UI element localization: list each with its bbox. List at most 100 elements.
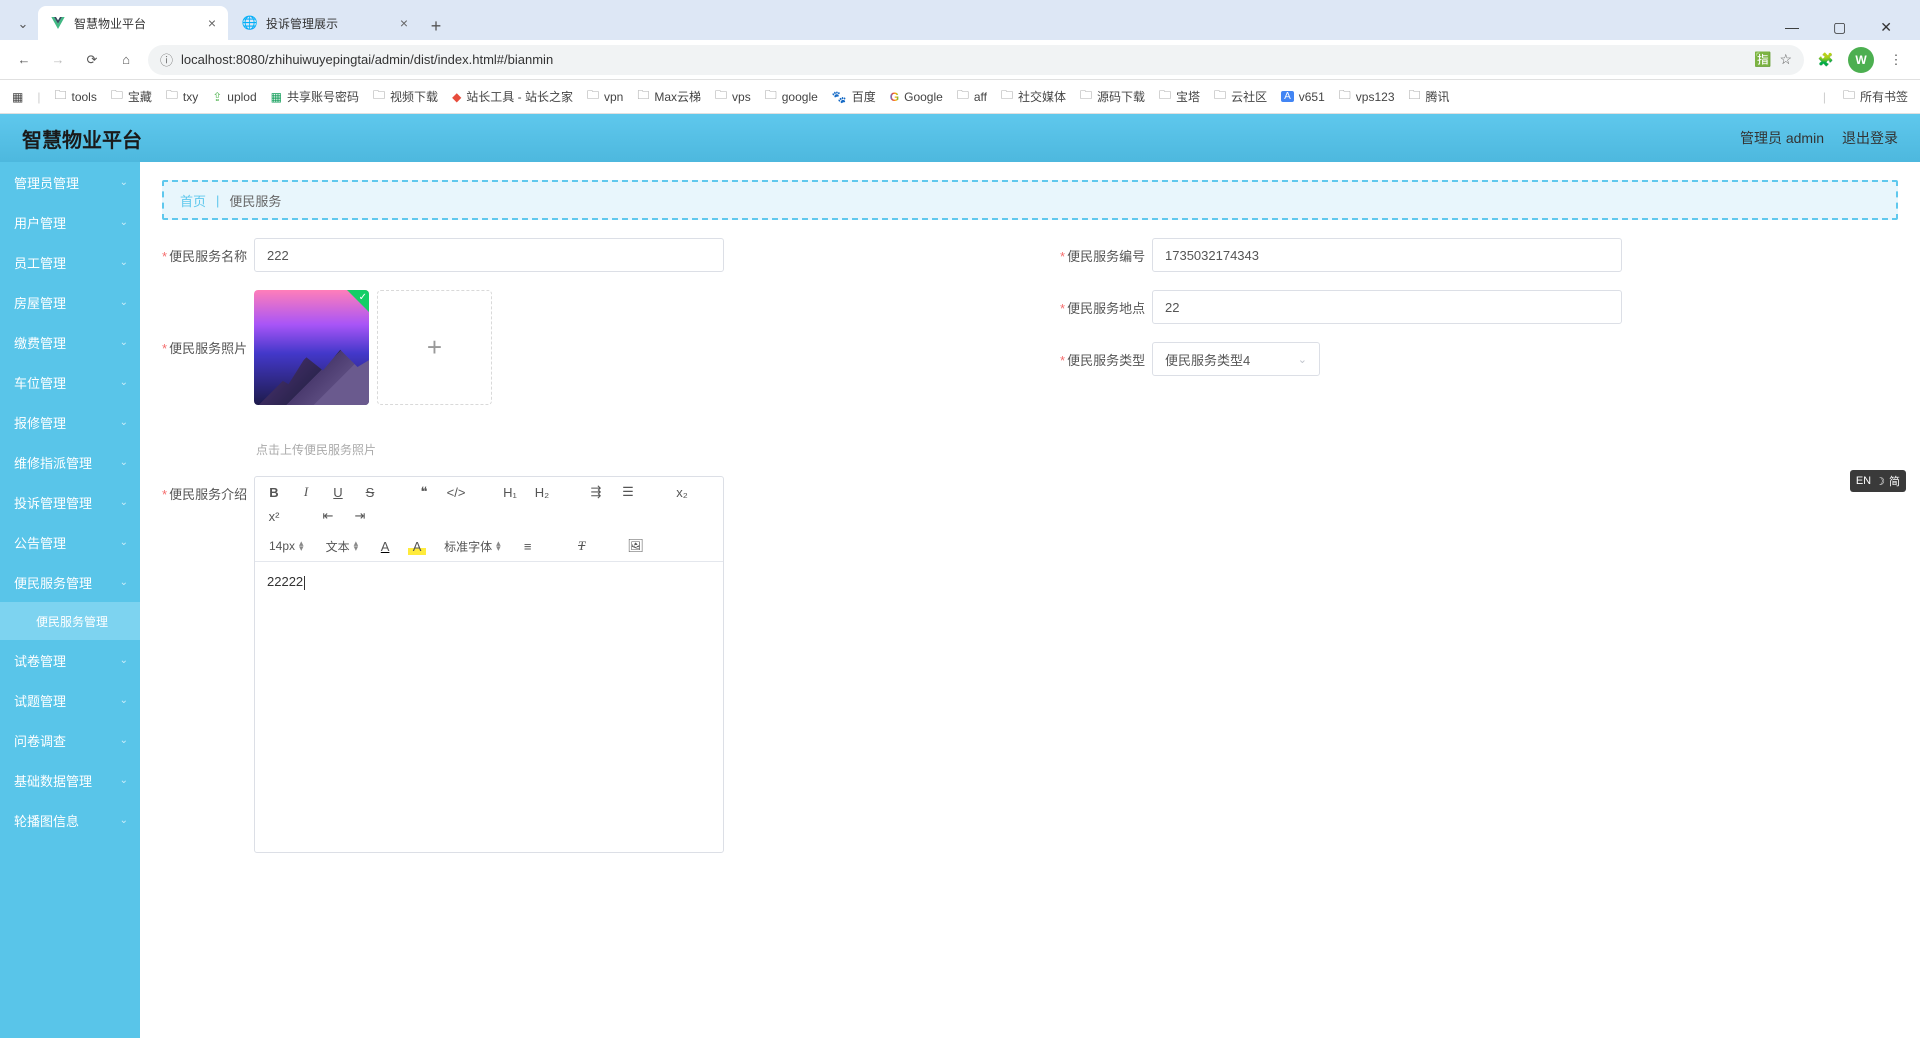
close-window-button[interactable]: ✕	[1872, 15, 1900, 40]
sidebar-item-carousel[interactable]: 轮播图信息⌄	[0, 800, 140, 840]
sidebar-item-house[interactable]: 房屋管理⌄	[0, 282, 140, 322]
underline-button[interactable]: U	[329, 483, 347, 501]
bookmark-item[interactable]: 🗀源码下载	[1080, 86, 1145, 107]
indent-button[interactable]: ⇥	[351, 507, 369, 525]
maximize-button[interactable]: ▢	[1825, 15, 1854, 40]
sidebar-item-complaint[interactable]: 投诉管理管理⌄	[0, 482, 140, 522]
clear-format-button[interactable]: T	[573, 537, 591, 555]
subscript-button[interactable]: x₂	[673, 483, 691, 501]
bookmark-item[interactable]: 🗀宝藏	[111, 86, 152, 107]
location-input[interactable]	[1152, 290, 1622, 324]
browser-tab-active[interactable]: 智慧物业平台 ×	[38, 6, 228, 40]
sidebar-item-admin[interactable]: 管理员管理⌄	[0, 162, 140, 202]
bookmark-item[interactable]: 🗀视频下载	[373, 86, 438, 107]
extensions-icon[interactable]: 🧩	[1814, 48, 1838, 72]
forward-button[interactable]: →	[46, 48, 70, 72]
menu-icon[interactable]: ⋮	[1884, 48, 1908, 72]
image-button[interactable]: 🖼	[627, 537, 645, 555]
bookmark-item[interactable]: 🗀Max云梯	[637, 86, 701, 107]
logout-link[interactable]: 退出登录	[1842, 128, 1898, 148]
sidebar-item-basedata[interactable]: 基础数据管理⌄	[0, 760, 140, 800]
reload-button[interactable]: ⟳	[80, 48, 104, 72]
bookmark-item[interactable]: ◆站长工具 - 站长之家	[452, 88, 573, 105]
bookmark-item[interactable]: 🗀云社区	[1214, 86, 1267, 107]
bookmark-item[interactable]: ⇪uplod	[212, 90, 256, 104]
breadcrumb-home[interactable]: 首页	[180, 191, 206, 210]
bookmark-item[interactable]: Av651	[1281, 90, 1325, 104]
back-button[interactable]: ←	[12, 48, 36, 72]
text-style-select[interactable]: 文本▴▾	[322, 538, 363, 555]
site-info-icon[interactable]: ⓘ	[160, 50, 173, 69]
sidebar-item-dispatch[interactable]: 维修指派管理⌄	[0, 442, 140, 482]
bookmark-item[interactable]: 🗀vpn	[587, 86, 623, 107]
type-select[interactable]: 便民服务类型4 ⌄	[1152, 342, 1320, 376]
bookmark-item[interactable]: 🗀google	[765, 86, 818, 107]
font-family-select[interactable]: 标准字体▴▾	[440, 538, 505, 555]
upload-add-button[interactable]: +	[377, 290, 492, 405]
ordered-list-button[interactable]: ⇶	[587, 483, 605, 501]
sidebar-item-convenience[interactable]: 便民服务管理⌄	[0, 562, 140, 602]
bookmark-item[interactable]: 🗀aff	[957, 86, 987, 107]
bookmark-item[interactable]: 🗀tools	[54, 86, 96, 107]
bookmark-item[interactable]: 🗀vps123	[1339, 86, 1395, 107]
home-button[interactable]: ⌂	[114, 48, 138, 72]
close-icon[interactable]: ×	[208, 15, 216, 31]
minimize-button[interactable]: —	[1777, 15, 1807, 40]
bookmark-item[interactable]: 🗀vps	[715, 86, 751, 107]
folder-icon: 🗀	[166, 86, 178, 107]
folder-icon: 🗀	[1159, 86, 1171, 107]
code-button[interactable]: </>	[447, 483, 465, 501]
h1-button[interactable]: H₁	[501, 483, 519, 501]
bold-button[interactable]: B	[265, 483, 283, 501]
sidebar-item-question[interactable]: 试题管理⌄	[0, 680, 140, 720]
bookmark-star-icon[interactable]: ☆	[1779, 51, 1792, 68]
bg-color-button[interactable]: A	[408, 537, 426, 555]
italic-button[interactable]: I	[297, 483, 315, 501]
outdent-button[interactable]: ⇤	[319, 507, 337, 525]
sidebar-sub-convenience[interactable]: 便民服务管理	[0, 602, 140, 640]
bookmark-item[interactable]: 🗀社交媒体	[1001, 86, 1066, 107]
code-input[interactable]	[1152, 238, 1622, 272]
close-icon[interactable]: ×	[400, 15, 408, 31]
bookmark-item[interactable]: ▦共享账号密码	[271, 88, 359, 105]
sidebar-item-survey[interactable]: 问卷调查⌄	[0, 720, 140, 760]
translate-icon[interactable]: 🈯	[1754, 51, 1771, 68]
bookmark-item[interactable]: 🐾百度	[832, 88, 876, 105]
font-size-select[interactable]: 14px▴▾	[265, 539, 308, 553]
chevron-down-icon: ⌄	[120, 257, 128, 268]
name-input[interactable]	[254, 238, 724, 272]
uploaded-image-thumb[interactable]	[254, 290, 369, 405]
sidebar-item-fee[interactable]: 缴费管理⌄	[0, 322, 140, 362]
profile-avatar[interactable]: W	[1848, 47, 1874, 73]
sidebar-item-parking[interactable]: 车位管理⌄	[0, 362, 140, 402]
bookmark-all[interactable]: |🗀所有书签	[1823, 86, 1908, 107]
vue-icon	[50, 15, 66, 31]
superscript-button[interactable]: x²	[265, 507, 283, 525]
apps-icon[interactable]: ▦	[12, 90, 23, 104]
new-tab-button[interactable]: +	[422, 12, 450, 40]
bookmark-item[interactable]: 🗀txy	[166, 86, 198, 107]
ime-indicator[interactable]: EN ☽ 简	[1850, 470, 1906, 492]
text-color-button[interactable]: A	[376, 537, 394, 555]
sidebar-item-paper[interactable]: 试卷管理⌄	[0, 640, 140, 680]
bookmark-item[interactable]: 🗀腾讯	[1409, 86, 1450, 107]
editor-toolbar: B I U S ❝ </> H₁ H₂ ⇶	[255, 477, 723, 562]
h2-button[interactable]: H₂	[533, 483, 551, 501]
strike-button[interactable]: S	[361, 483, 379, 501]
bookmark-item[interactable]: GGoogle	[890, 90, 943, 104]
tab-search-dropdown[interactable]: ⌄	[8, 8, 38, 40]
bookmark-item[interactable]: 🗀宝塔	[1159, 86, 1200, 107]
quote-button[interactable]: ❝	[415, 483, 433, 501]
chevron-down-icon: ⌄	[120, 377, 128, 388]
browser-tab-inactive[interactable]: 🌐 投诉管理展示 ×	[230, 6, 420, 40]
sidebar-item-repair[interactable]: 报修管理⌄	[0, 402, 140, 442]
url-box[interactable]: ⓘ localhost:8080/zhihuiwuyepingtai/admin…	[148, 45, 1804, 75]
sidebar-item-user[interactable]: 用户管理⌄	[0, 202, 140, 242]
sidebar-item-staff[interactable]: 员工管理⌄	[0, 242, 140, 282]
user-label[interactable]: 管理员 admin	[1740, 128, 1824, 148]
sidebar-item-notice[interactable]: 公告管理⌄	[0, 522, 140, 562]
align-button[interactable]: ≡	[519, 537, 537, 555]
editor-content[interactable]: 22222	[255, 562, 723, 852]
chevron-down-icon: ⌄	[120, 337, 128, 348]
unordered-list-button[interactable]: ☰	[619, 483, 637, 501]
